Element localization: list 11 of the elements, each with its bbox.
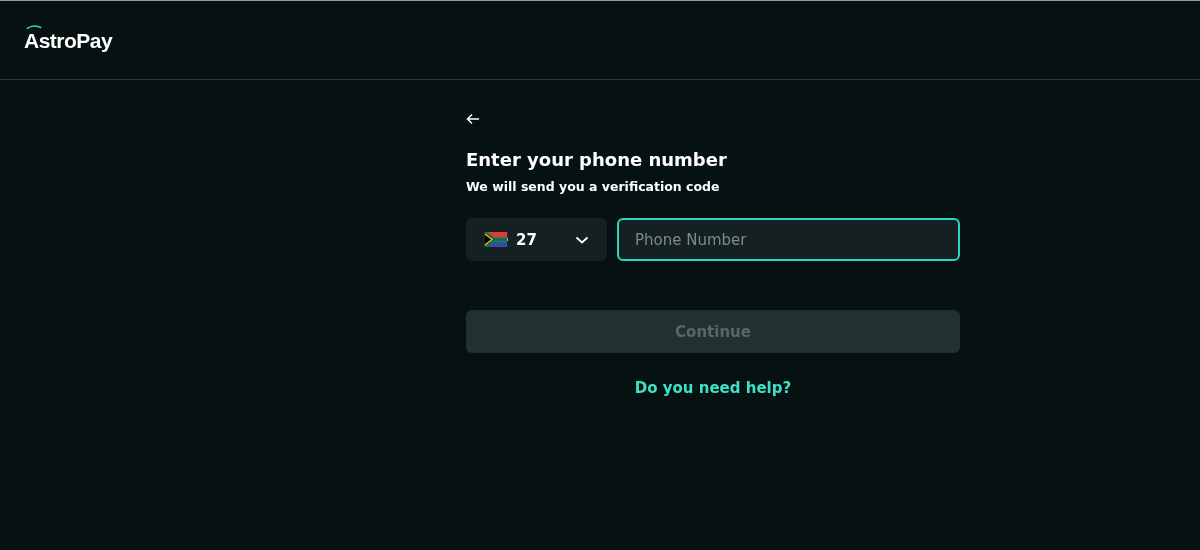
subtitle: We will send you a verification code [466, 179, 721, 194]
country-code-select[interactable]: 27 [466, 218, 607, 261]
page-title: Enter your phone number [466, 149, 728, 170]
help-link[interactable]: Do you need help? [634, 379, 792, 397]
phone-number-field[interactable]: Phone Number [617, 218, 960, 261]
logo[interactable]: AstroPay [24, 27, 113, 53]
flag-icon [484, 232, 508, 247]
logo-arc-icon [26, 24, 42, 30]
country-code: 27 [516, 230, 537, 249]
chevron-down-icon [575, 235, 589, 244]
back-arrow-icon[interactable] [466, 113, 480, 125]
